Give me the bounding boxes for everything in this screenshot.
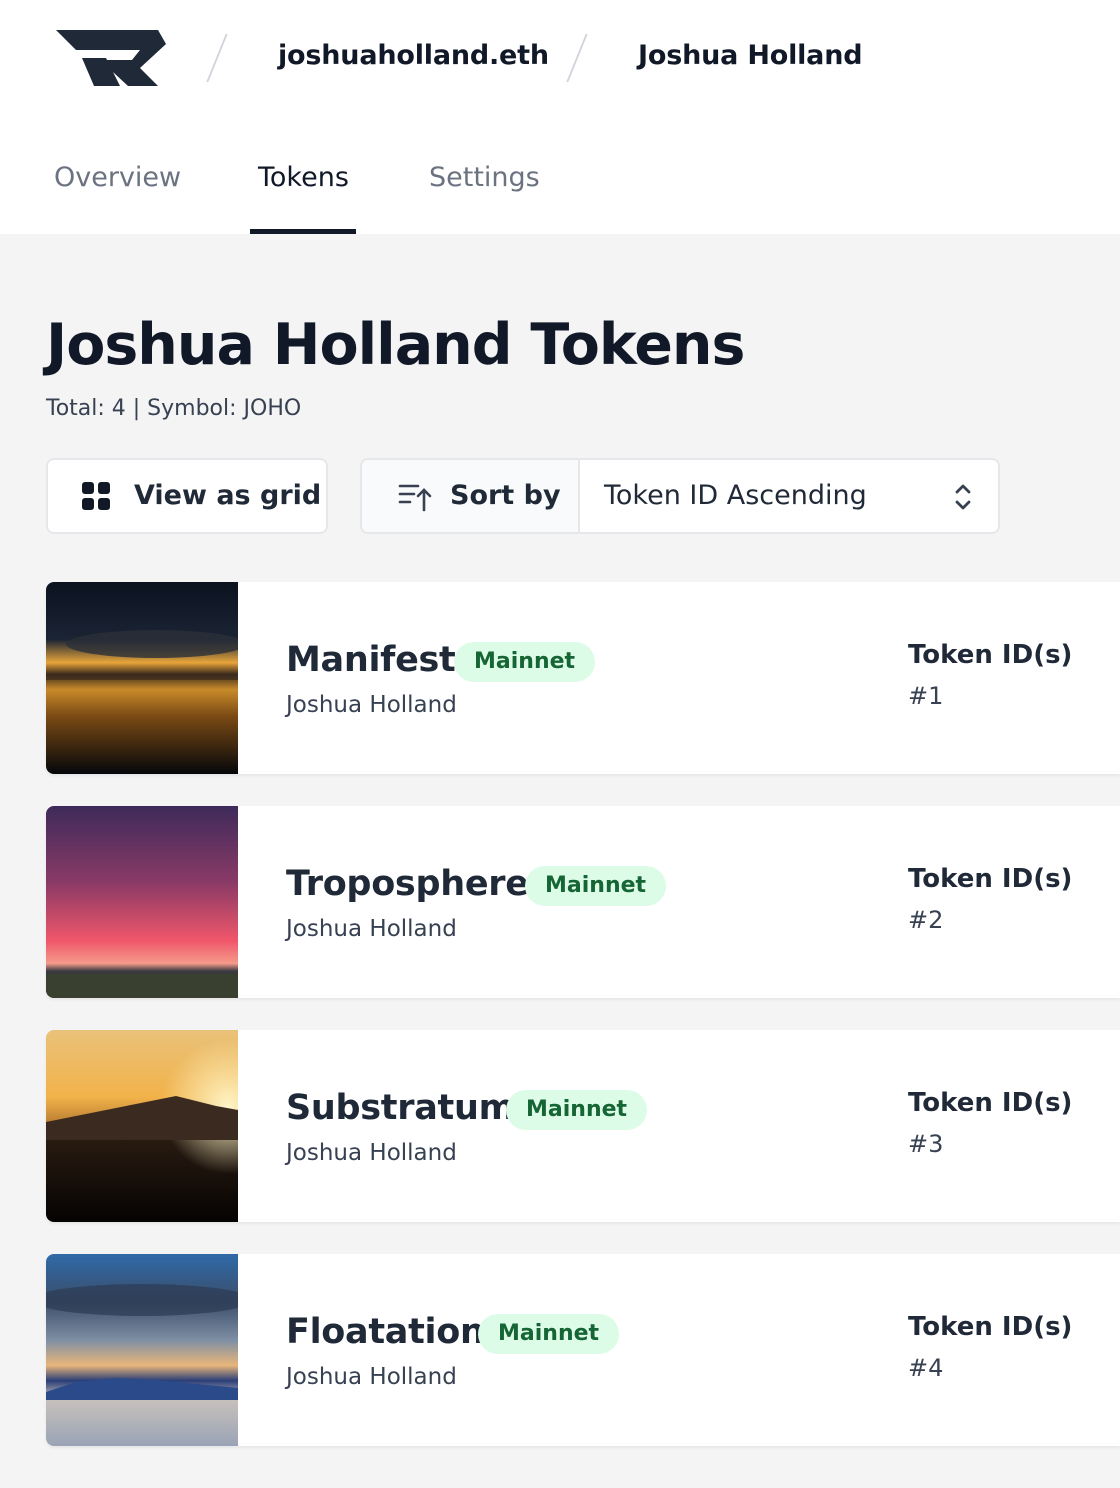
breadcrumb-separator (566, 34, 588, 82)
breadcrumb-ens-name[interactable]: joshuaholland.eth (278, 40, 549, 71)
network-badge: Mainnet (478, 1314, 620, 1354)
token-thumbnail (46, 806, 238, 998)
token-name: Troposphere (286, 864, 529, 904)
sort-control: Sort by Token ID Ascending (360, 458, 1000, 534)
token-artist: Joshua Holland (286, 1140, 457, 1166)
network-badge: Mainnet (454, 642, 596, 682)
breadcrumb-separator (206, 34, 228, 82)
tab-tokens[interactable]: Tokens (258, 162, 349, 193)
breadcrumb-artist-name[interactable]: Joshua Holland (638, 40, 863, 71)
token-id-label: Token ID(s) (908, 1312, 1073, 1342)
token-artist: Joshua Holland (286, 916, 457, 942)
network-badge: Mainnet (506, 1090, 648, 1130)
token-id-value: #4 (908, 1354, 944, 1382)
sort-select-value: Token ID Ascending (604, 480, 867, 511)
token-name: Substratum (286, 1088, 515, 1128)
tab-overview[interactable]: Overview (54, 162, 181, 193)
token-name: Floatation (286, 1312, 485, 1352)
token-thumbnail (46, 1254, 238, 1446)
grid-icon (82, 482, 112, 512)
view-as-grid-button[interactable]: View as grid (46, 458, 328, 534)
sort-by-button[interactable]: Sort by (362, 460, 580, 532)
token-id-value: #3 (908, 1130, 944, 1158)
token-id-value: #1 (908, 682, 944, 710)
token-id-label: Token ID(s) (908, 640, 1073, 670)
token-id-label: Token ID(s) (908, 864, 1073, 894)
page-title: Joshua Holland Tokens (46, 312, 745, 378)
sort-ascending-icon (398, 484, 432, 512)
view-as-grid-label: View as grid (134, 480, 322, 511)
active-tab-indicator (250, 229, 356, 234)
sort-select[interactable]: Token ID Ascending (580, 460, 998, 532)
token-thumbnail (46, 582, 238, 774)
token-thumbnail (46, 1030, 238, 1222)
token-id-label: Token ID(s) (908, 1088, 1073, 1118)
token-artist: Joshua Holland (286, 1364, 457, 1390)
token-name: Manifest (286, 640, 456, 680)
tab-settings[interactable]: Settings (429, 162, 540, 193)
collection-summary: Total: 4 | Symbol: JOHO (46, 396, 302, 421)
token-row-troposphere[interactable]: Troposphere Mainnet Joshua Holland Token… (46, 806, 1120, 998)
token-row-substratum[interactable]: Substratum Mainnet Joshua Holland Token … (46, 1030, 1120, 1222)
chevron-up-down-icon (955, 484, 971, 510)
top-header: joshuaholland.eth Joshua Holland Overvie… (0, 0, 1120, 234)
token-id-value: #2 (908, 906, 944, 934)
network-badge: Mainnet (525, 866, 667, 906)
token-artist: Joshua Holland (286, 692, 457, 718)
token-row-floatation[interactable]: Floatation Mainnet Joshua Holland Token … (46, 1254, 1120, 1446)
token-row-manifest[interactable]: Manifest Mainnet Joshua Holland Token ID… (46, 582, 1120, 774)
sort-by-label: Sort by (450, 480, 561, 511)
brand-logo-icon[interactable] (54, 28, 166, 88)
